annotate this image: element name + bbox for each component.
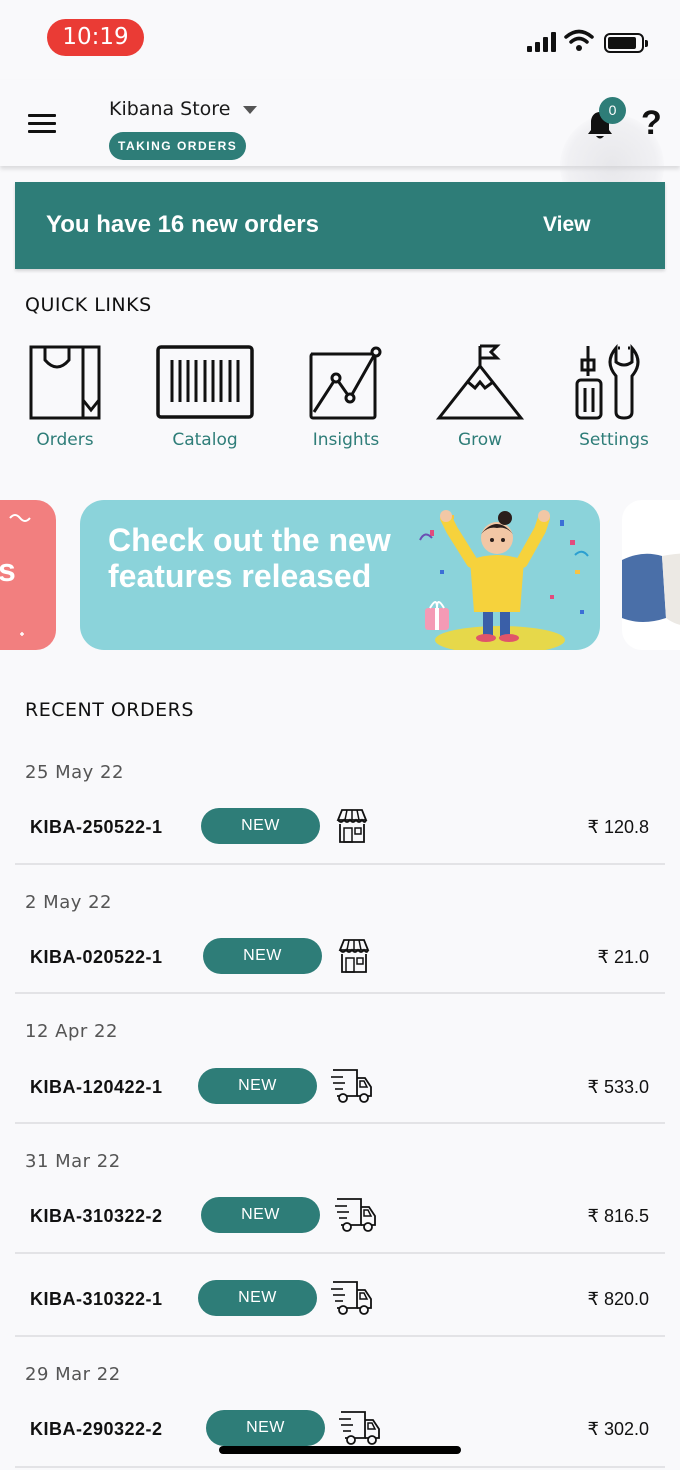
quick-link-label: Catalog	[172, 430, 238, 450]
order-row[interactable]: KIBA-290322-2 NEW ₹ 302.0	[15, 1410, 665, 1450]
order-date-heading: 31 Mar 22	[25, 1151, 121, 1172]
quick-link-catalog[interactable]: Catalog	[140, 340, 270, 455]
menu-icon[interactable]	[28, 114, 56, 134]
recent-orders-title: RECENT ORDERS	[25, 699, 194, 721]
order-status-badge: NEW	[198, 1280, 317, 1316]
promo-previous-text: s	[0, 552, 16, 588]
status-time: 10:19	[47, 19, 144, 56]
divider	[15, 863, 665, 865]
chevron-down-icon[interactable]	[243, 106, 257, 114]
order-status-badge: NEW	[201, 808, 320, 844]
line-chart-icon	[309, 346, 382, 420]
delivery-truck-icon	[331, 1069, 372, 1103]
order-id: KIBA-290322-2	[30, 1419, 163, 1439]
order-amount: ₹ 533.0	[587, 1077, 650, 1097]
order-date-heading: 2 May 22	[25, 892, 113, 913]
quick-link-label: Settings	[579, 430, 649, 450]
order-date-heading: 12 Apr 22	[25, 1021, 118, 1042]
order-date-heading: 25 May 22	[25, 762, 124, 783]
order-amount: ₹ 816.5	[587, 1206, 650, 1226]
battery-icon	[604, 33, 648, 53]
celebration-character-illustration	[419, 510, 589, 650]
quick-link-orders[interactable]: Orders	[0, 340, 130, 455]
order-row[interactable]: KIBA-310322-2 NEW ₹ 816.5	[15, 1197, 665, 1237]
quick-link-insights[interactable]: Insights	[281, 340, 411, 455]
promo-card-previous[interactable]: s	[0, 500, 56, 650]
promo-card-next[interactable]	[622, 500, 680, 650]
barcode-icon	[156, 345, 254, 419]
quick-link-settings[interactable]: Settings	[549, 340, 679, 455]
notification-count-badge: 0	[599, 97, 626, 124]
help-icon[interactable]: ?	[641, 104, 662, 143]
order-id: KIBA-310322-1	[30, 1289, 163, 1309]
divider	[15, 1466, 665, 1468]
mountain-flag-icon	[435, 344, 525, 420]
promo-card-new-features[interactable]: Check out the new features released	[80, 500, 600, 650]
divider	[15, 1335, 665, 1337]
order-row[interactable]: KIBA-020522-1 NEW ₹ 21.0	[15, 938, 665, 978]
promo-headline: Check out the new features released	[108, 522, 391, 594]
quick-link-label: Orders	[36, 430, 94, 450]
order-row[interactable]: KIBA-310322-1 NEW ₹ 820.0	[15, 1280, 665, 1320]
delivery-truck-icon	[331, 1281, 372, 1315]
order-status-badge: NEW	[203, 938, 322, 974]
store-name[interactable]: Kibana Store	[109, 98, 230, 120]
delivery-truck-icon	[335, 1198, 376, 1232]
order-id: KIBA-120422-1	[30, 1077, 163, 1097]
order-row[interactable]: KIBA-120422-1 NEW ₹ 533.0	[15, 1068, 665, 1108]
new-orders-message: You have 16 new orders	[46, 211, 319, 238]
order-status-badge: NEW	[206, 1410, 325, 1446]
order-amount: ₹ 120.8	[587, 817, 650, 837]
quick-link-label: Insights	[312, 430, 380, 450]
view-orders-button[interactable]: View	[543, 213, 590, 237]
cellular-signal-icon	[527, 32, 559, 52]
order-date-heading: 29 Mar 22	[25, 1364, 121, 1385]
promo-carousel[interactable]: s Check out the new features released	[0, 500, 680, 652]
divider	[15, 992, 665, 994]
order-id: KIBA-250522-1	[30, 817, 163, 837]
order-id: KIBA-020522-1	[30, 947, 163, 967]
store-status-badge[interactable]: TAKING ORDERS	[109, 132, 247, 160]
store-icon	[338, 939, 370, 973]
shopping-bag-icon	[29, 345, 101, 420]
home-indicator[interactable]	[219, 1446, 461, 1454]
order-amount: ₹ 820.0	[587, 1289, 650, 1309]
status-bar: 10:19	[0, 0, 680, 80]
quick-link-grow[interactable]: Grow	[415, 340, 545, 455]
quick-link-label: Grow	[457, 430, 503, 450]
delivery-truck-icon	[339, 1411, 380, 1445]
new-orders-banner[interactable]: You have 16 new orders View	[15, 182, 665, 269]
order-amount: ₹ 302.0	[587, 1419, 650, 1439]
order-status-badge: NEW	[198, 1068, 317, 1104]
tools-icon	[575, 343, 640, 420]
wifi-icon	[564, 29, 594, 51]
divider	[15, 1252, 665, 1254]
app-bar: Kibana Store TAKING ORDERS 0 ?	[0, 80, 680, 218]
divider	[15, 1122, 665, 1124]
promo-next-illustration	[622, 553, 680, 625]
store-icon	[336, 809, 368, 843]
order-status-badge: NEW	[201, 1197, 320, 1233]
order-id: KIBA-310322-2	[30, 1206, 163, 1226]
order-amount: ₹ 21.0	[597, 947, 650, 967]
order-row[interactable]: KIBA-250522-1 NEW ₹ 120.8	[15, 808, 665, 848]
quick-links-title: QUICK LINKS	[25, 294, 152, 316]
